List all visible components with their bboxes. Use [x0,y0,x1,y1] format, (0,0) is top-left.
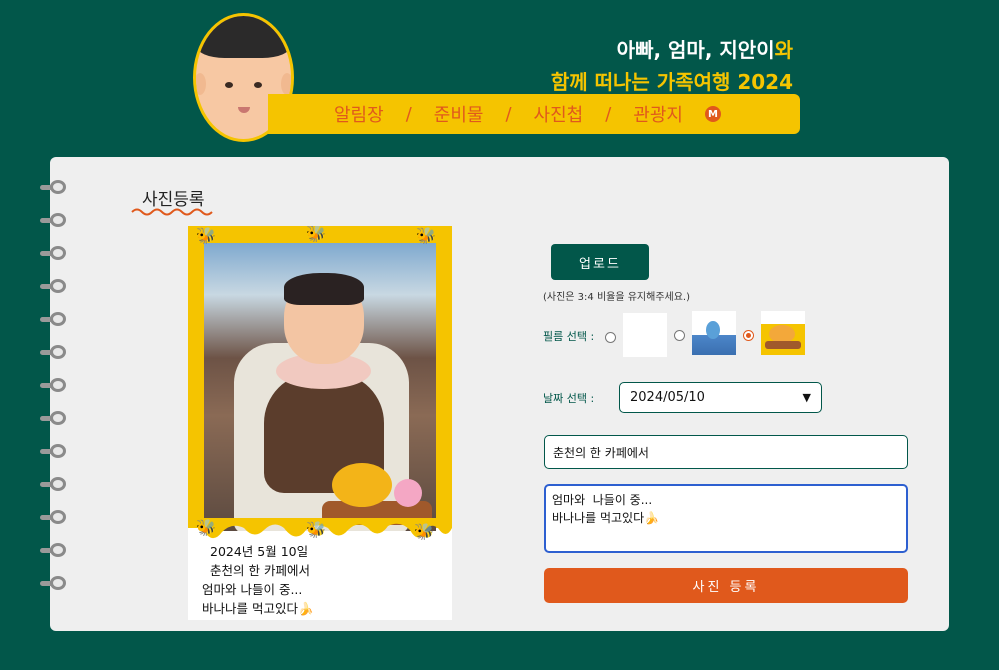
page-title-line2: 함께 떠나는 가족여행 2024 [550,70,793,94]
avatar-ear [281,72,291,95]
m-circle-icon[interactable]: M [704,106,721,122]
baby-photo [204,243,436,531]
date-select[interactable]: 2024/05/10 ▼ [619,382,822,413]
film-select-label: 필름 선택 : [543,330,595,343]
caption-memo-line1: 엄마와 나들이 중... [202,582,303,597]
avatar-eye [225,82,234,89]
avatar-mouth [237,107,250,114]
avatar-ear [196,72,206,95]
bee-icon: 🐝 [306,226,326,243]
film-radio-white[interactable] [605,332,616,343]
date-select-value: 2024/05/10 [630,390,705,405]
bee-icon: 🐝 [416,226,436,245]
photo-card-preview: 🐝 🐝 🐝 🐝 🐝 🐝 2024년 5월 10일 춘천의 한 카페에서 엄마와 … [188,226,452,620]
page-title-line1: 아빠, 엄마, 지안이와 [617,34,793,63]
spiral-ring-icon [40,411,68,425]
main-nav: 알림장 / 준비물 / 사진첩 / 관광지 M [268,94,800,134]
spiral-ring-icon [40,543,68,557]
place-input[interactable] [544,435,908,469]
spiral-ring-icon [40,444,68,458]
page-title-accent: 와 [774,38,793,62]
film-thumb-yellow[interactable] [761,311,805,355]
squiggle-underline [131,208,213,216]
nav-item-tourism[interactable]: 관광지 [633,101,683,127]
spiral-ring-icon [40,477,68,491]
spiral-ring-icon [40,312,68,326]
spiral-ring-icon [40,345,68,359]
nav-separator: / [605,103,612,125]
nav-separator: / [505,103,512,125]
date-select-label: 날짜 선택 : [543,392,595,405]
chevron-down-icon: ▼ [802,391,811,404]
spiral-ring-icon [40,279,68,293]
nav-item-notice[interactable]: 알림장 [334,101,384,127]
page-title-main: 아빠, 엄마, 지안이 [616,38,775,62]
caption-memo-line2: 바나나를 먹고있다🍌 [202,601,314,616]
memo-textarea[interactable]: 엄마와 나들이 중... 바나나를 먹고있다🍌 [544,484,908,553]
bee-icon: 🐝 [196,226,216,245]
submit-photo-button[interactable]: 사진 등록 [544,568,908,603]
upload-hint: (사진은 3:4 비율을 유지해주세요.) [543,292,691,303]
nav-item-album[interactable]: 사진첩 [534,101,584,127]
photo-caption: 2024년 5월 10일 춘천의 한 카페에서 엄마와 나들이 중... 바나나… [202,542,442,618]
bee-icon: 🐝 [306,520,326,539]
film-radio-blue[interactable] [674,330,685,341]
bee-icon: 🐝 [196,518,216,537]
caption-date: 2024년 5월 10일 [210,544,309,559]
film-radio-yellow[interactable] [743,330,754,341]
nav-separator: / [405,103,412,125]
film-thumb-blue[interactable] [692,311,736,355]
avatar-eye [253,82,262,89]
spiral-ring-icon [40,378,68,392]
spiral-ring-icon [40,213,68,227]
nav-item-supplies[interactable]: 준비물 [434,101,484,127]
spiral-ring-icon [40,576,68,590]
upload-button[interactable]: 업로드 [551,244,649,280]
film-thumb-white[interactable] [623,313,667,357]
avatar-hair [196,16,291,58]
spiral-ring-icon [40,510,68,524]
bee-icon: 🐝 [414,522,434,541]
spiral-ring-icon [40,180,68,194]
spiral-ring-icon [40,246,68,260]
caption-place: 춘천의 한 카페에서 [210,563,310,578]
